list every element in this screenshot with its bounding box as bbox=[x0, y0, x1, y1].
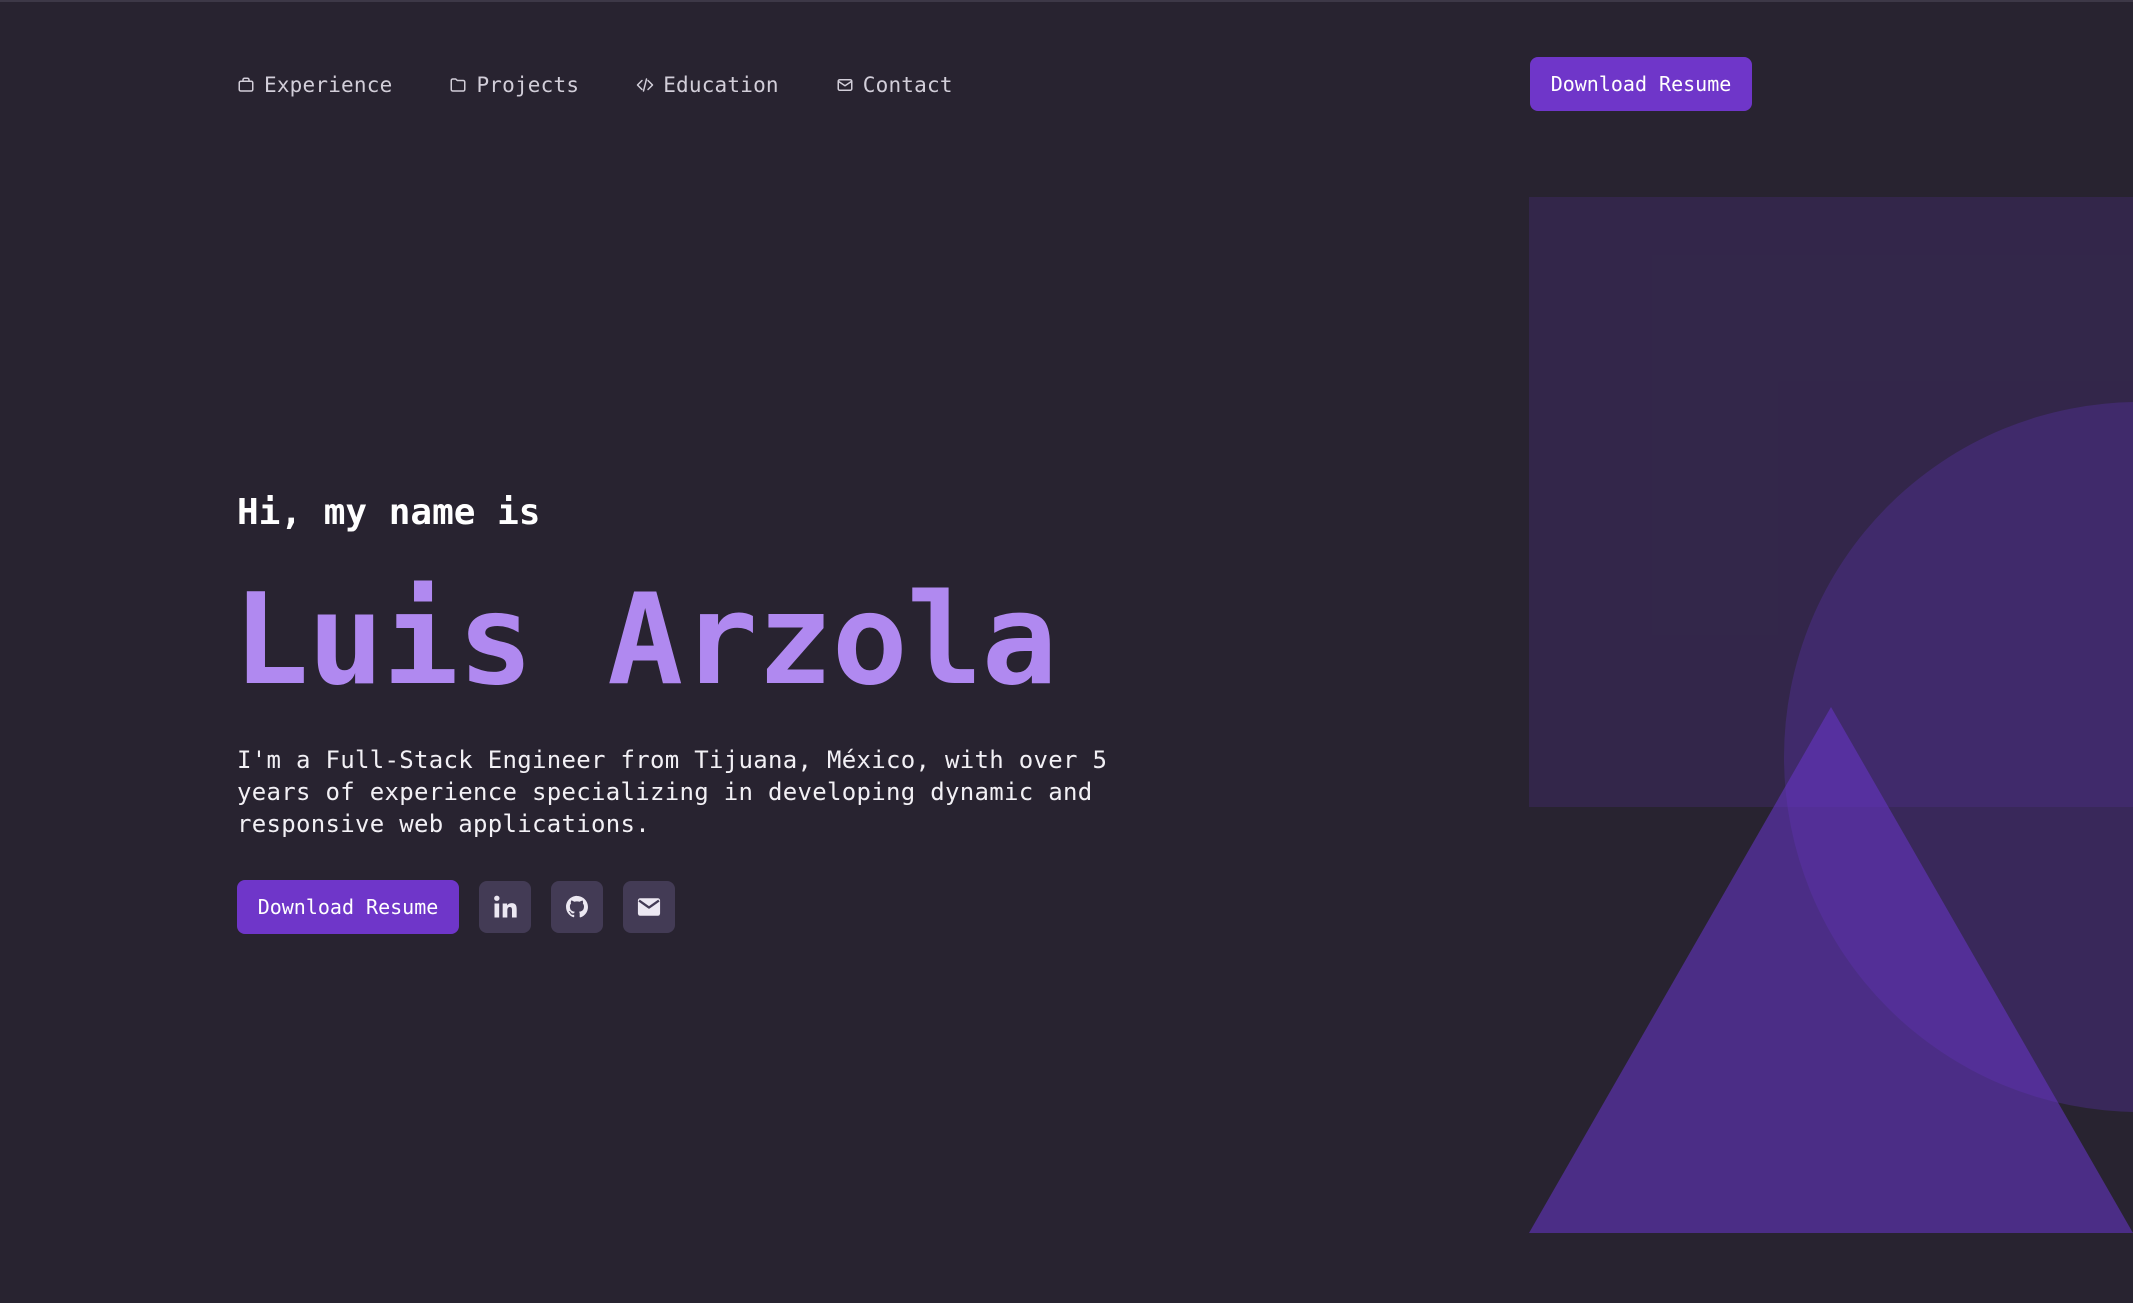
nav-item-label: Contact bbox=[862, 73, 953, 97]
nav-item-projects[interactable]: Projects bbox=[449, 73, 579, 97]
nav-item-label: Experience bbox=[264, 73, 393, 97]
email-icon bbox=[635, 893, 663, 921]
hero-download-resume-button[interactable]: Download Resume bbox=[237, 880, 459, 934]
github-icon bbox=[563, 893, 591, 921]
nav-item-contact[interactable]: Contact bbox=[836, 73, 953, 97]
top-border bbox=[0, 0, 2133, 2]
email-button[interactable] bbox=[623, 881, 675, 933]
header-download-resume-button[interactable]: Download Resume bbox=[1530, 57, 1752, 111]
hero-actions: Download Resume bbox=[237, 880, 675, 934]
folder-icon bbox=[449, 76, 467, 94]
github-button[interactable] bbox=[551, 881, 603, 933]
linkedin-icon bbox=[491, 893, 519, 921]
decorative-shapes bbox=[1529, 197, 2133, 1233]
nav-item-experience[interactable]: Experience bbox=[237, 73, 392, 97]
linkedin-button[interactable] bbox=[479, 881, 531, 933]
nav-item-label: Projects bbox=[476, 73, 580, 97]
hero-name: Luis Arzola bbox=[233, 566, 1057, 713]
nav-item-label: Education bbox=[663, 73, 779, 97]
briefcase-icon bbox=[237, 76, 255, 94]
nav-item-education[interactable]: Education bbox=[636, 73, 779, 97]
mail-icon bbox=[836, 76, 854, 94]
code-icon bbox=[636, 76, 654, 94]
hero-bio: I'm a Full-Stack Engineer from Tijuana, … bbox=[237, 746, 1108, 838]
main-nav: Experience Projects Education Contact bbox=[237, 57, 1010, 113]
greeting: Hi, my name is bbox=[237, 492, 541, 533]
